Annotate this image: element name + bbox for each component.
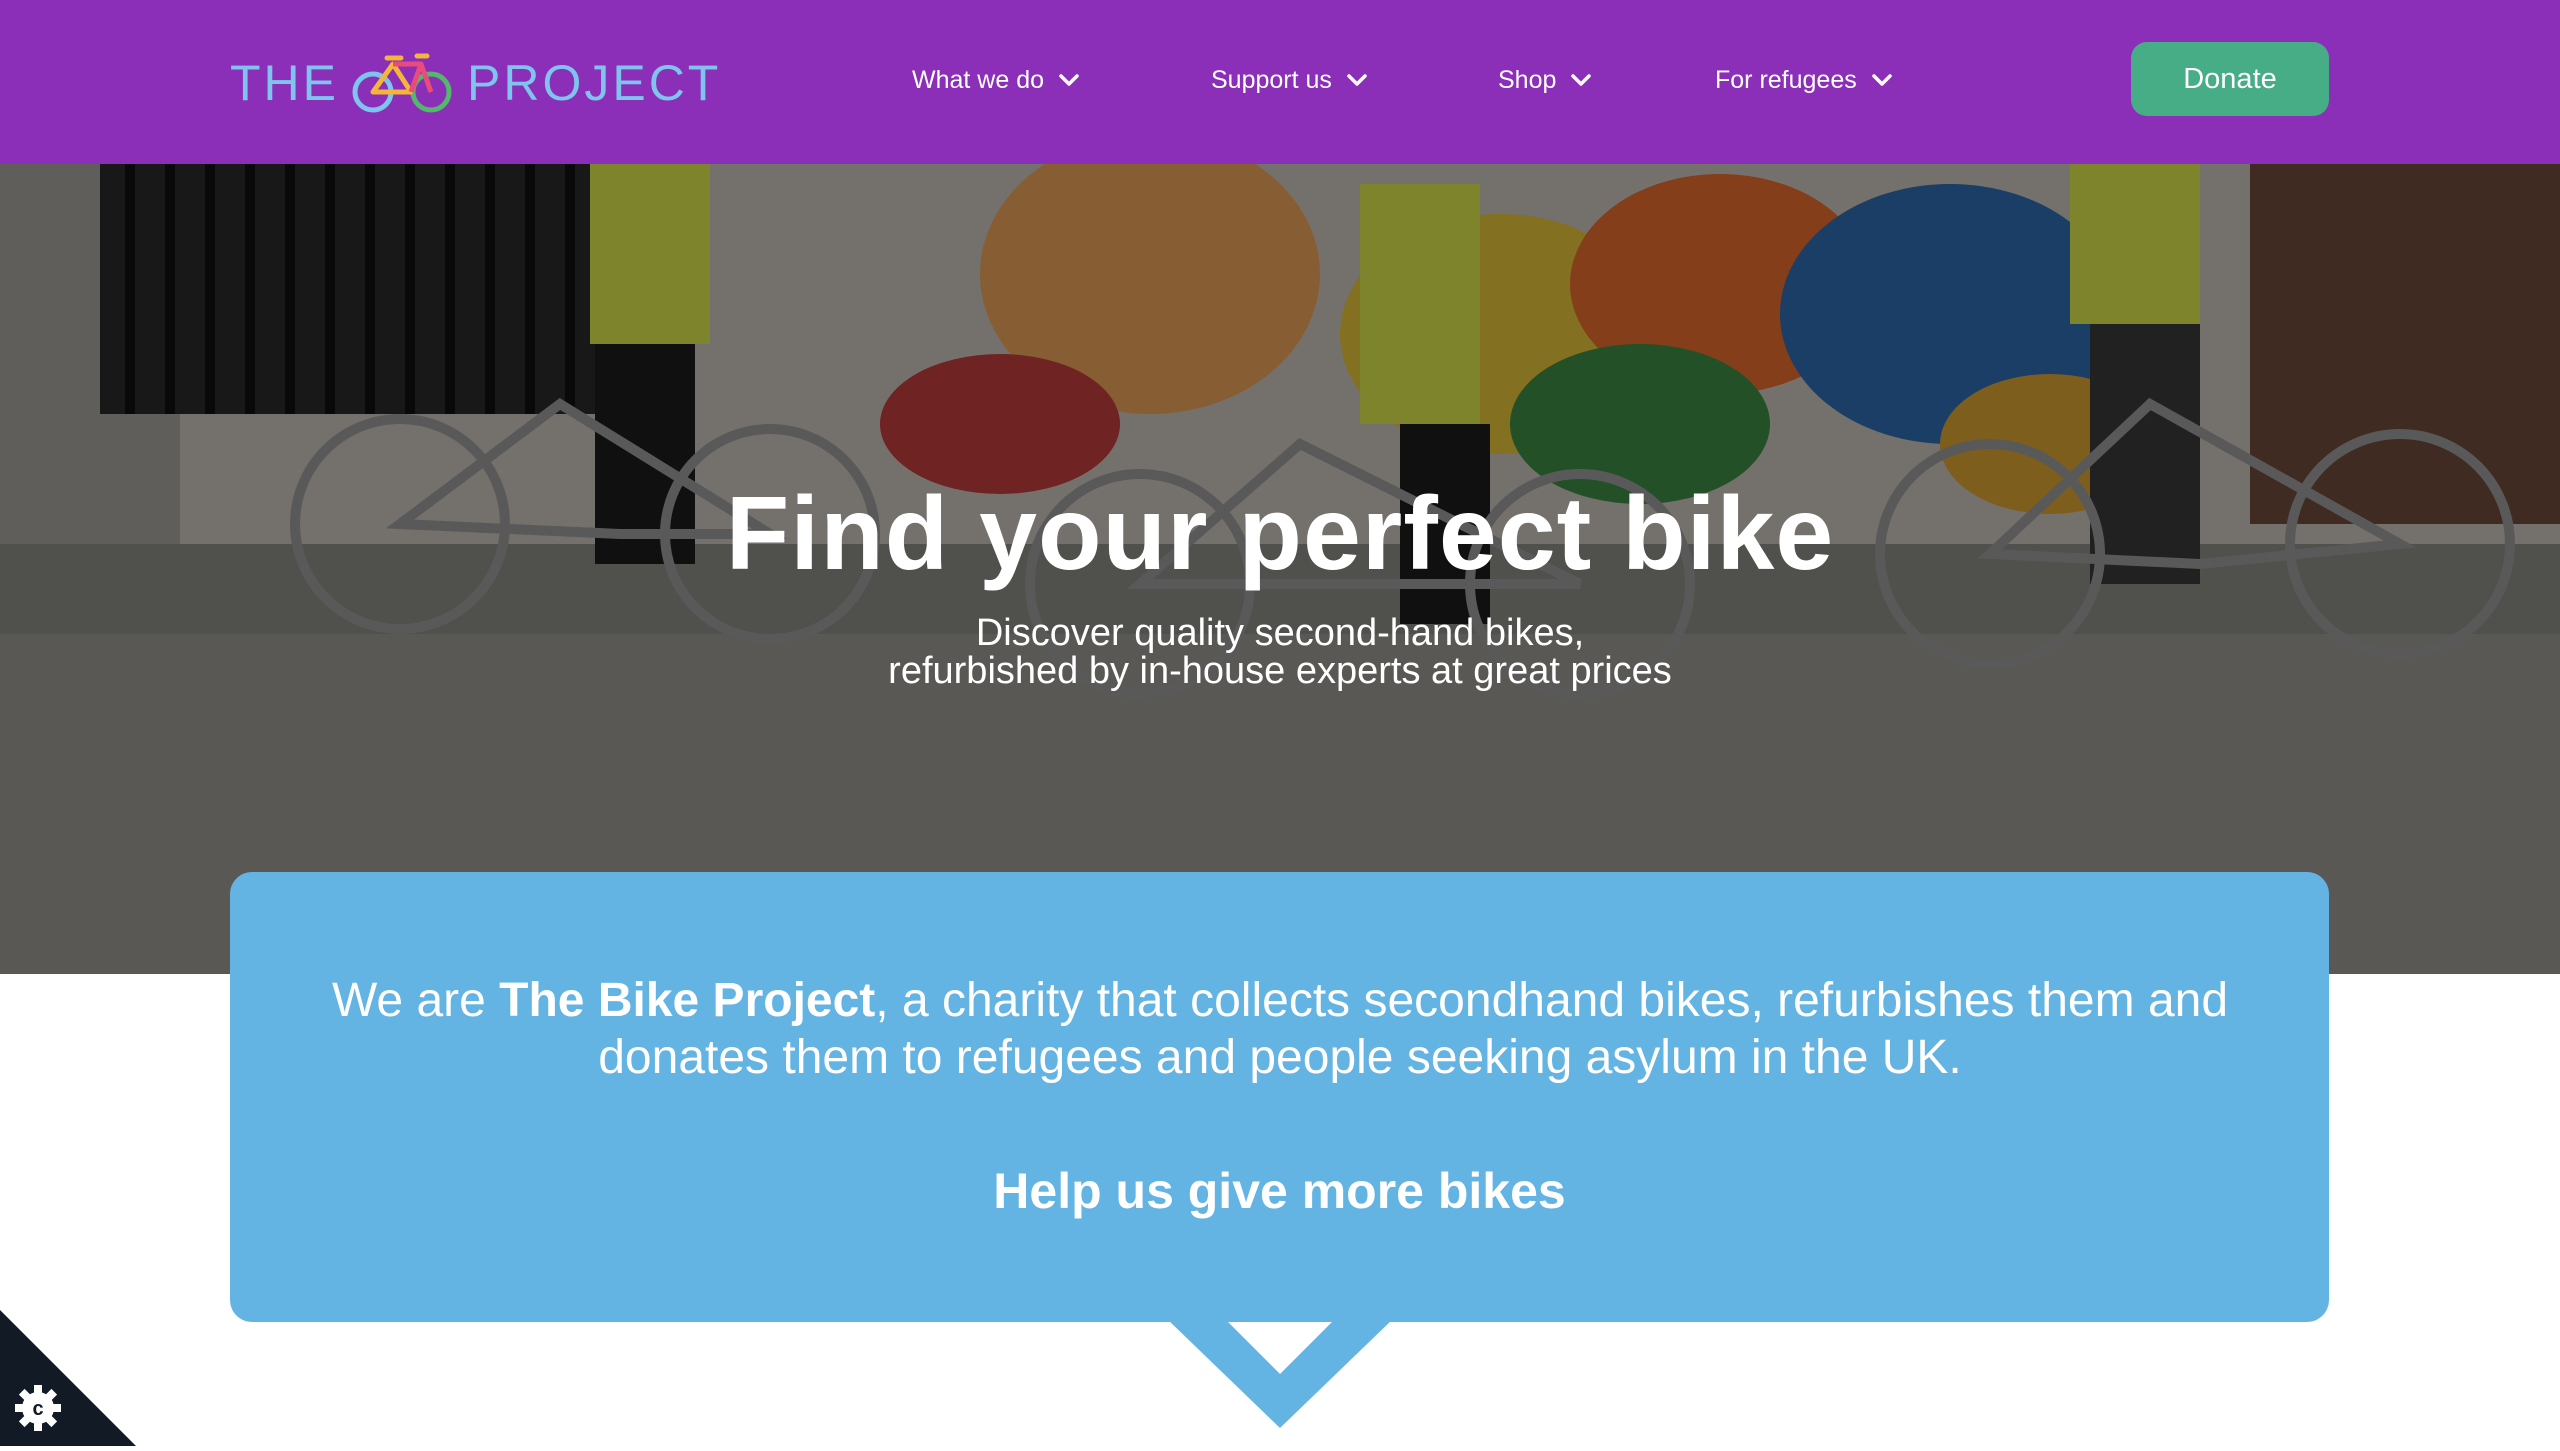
nav-item-label: Shop [1498,65,1557,94]
nav-item-label: Support us [1211,65,1332,94]
hero-subtitle: Discover quality second-hand bikes, refu… [0,614,2560,690]
chevron-down-icon [1571,74,1592,86]
hero-title: Find your perfect bike [725,476,1835,592]
chevron-down-icon [1347,74,1367,86]
nav-item-label: What we do [912,65,1045,94]
hero-banner: Find your perfect bike Discover quality … [0,164,2560,974]
about-card: We are The Bike Project, a charity that … [230,872,2329,1322]
nav-item-for-refugees[interactable]: For refugees [1715,52,1893,108]
nav-item-shop[interactable]: Shop [1498,52,1592,108]
site-logo[interactable]: THE PROJECT [230,48,721,118]
nav-item-support-us[interactable]: Support us [1211,52,1368,108]
nav-item-label: For refugees [1715,65,1857,94]
chevron-down-icon [1872,74,1892,86]
cookie-settings-icon: c [0,1310,136,1446]
logo-text-project: PROJECT [467,55,722,111]
bicycle-icon [352,53,452,113]
nav-item-what-we-do[interactable]: What we do [912,52,1080,108]
donate-button[interactable]: Donate [2131,42,2329,116]
help-give-bikes-link[interactable]: Help us give more bikes [230,1162,2329,1220]
hero-subtitle-line2: refurbished by in-house experts at great… [888,650,1672,692]
logo-text-the: THE [230,55,339,111]
about-text: We are The Bike Project, a charity that … [310,972,2250,1086]
about-text-prefix: We are [331,974,500,1027]
about-org-name: The Bike Project [499,974,876,1027]
svg-text:c: c [32,1398,43,1420]
chevron-down-icon [1059,74,1079,86]
site-header: THE PROJECT What we do Support us Shop F… [0,0,2560,164]
cookie-settings-button[interactable]: c [0,1310,136,1446]
hero-subtitle-line1: Discover quality second-hand bikes, [975,612,1585,654]
down-arrow-icon [1166,1318,1394,1428]
